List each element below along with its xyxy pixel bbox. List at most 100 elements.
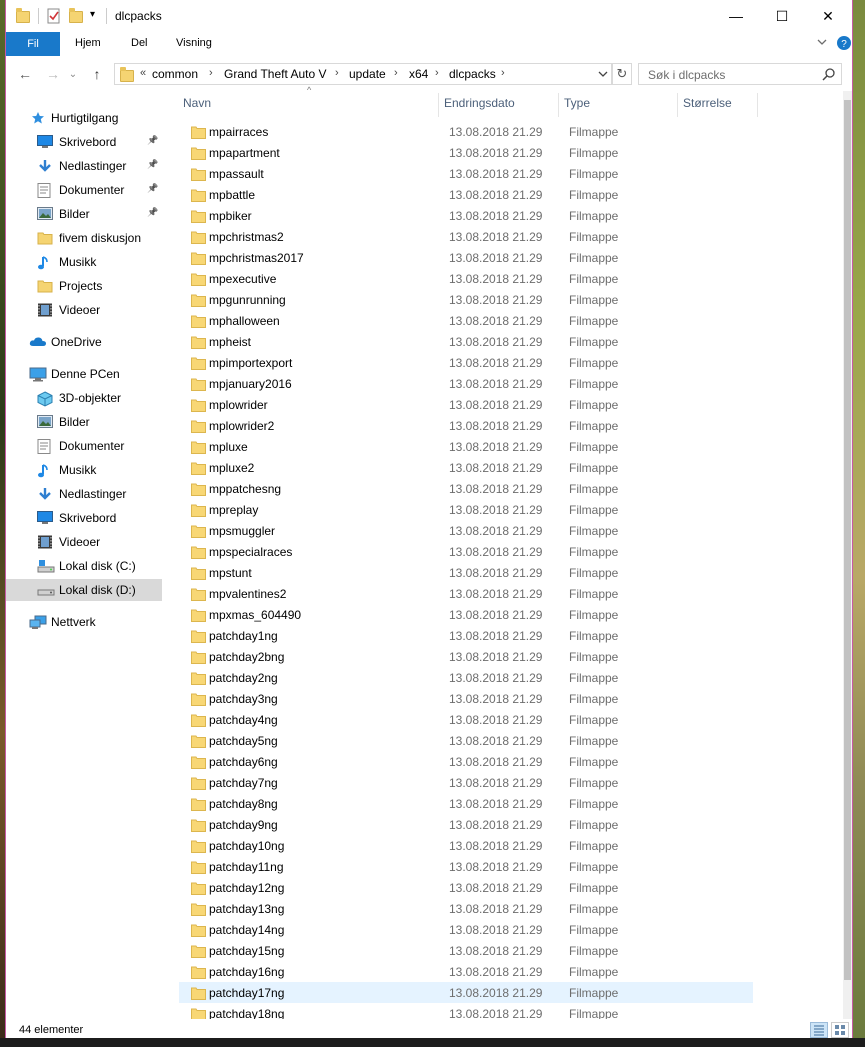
file-name[interactable]: mpreplay xyxy=(209,503,258,517)
sidebar-item-pc-lokal-disk-d[interactable]: Lokal disk (D:) xyxy=(6,579,162,601)
close-button[interactable]: ✕ xyxy=(805,0,851,32)
file-name[interactable]: mpassault xyxy=(209,167,264,181)
table-row[interactable]: patchday10ng 13.08.2018 21.29 Filmappe xyxy=(179,835,753,856)
sidebar-item-quick-nedlastinger[interactable]: Nedlastinger 📌 xyxy=(6,155,162,177)
table-row[interactable]: patchday6ng 13.08.2018 21.29 Filmappe xyxy=(179,751,753,772)
search-icon[interactable] xyxy=(822,67,836,84)
column-divider[interactable] xyxy=(757,93,758,117)
file-name[interactable]: mpapartment xyxy=(209,146,280,160)
column-header-size[interactable]: Størrelse xyxy=(683,96,732,110)
file-name[interactable]: mpimportexport xyxy=(209,356,292,370)
sidebar-item-pc-videoer[interactable]: Videoer xyxy=(6,531,162,553)
pin-icon[interactable]: 📌 xyxy=(147,207,158,218)
breadcrumb-update[interactable]: update xyxy=(349,67,386,81)
table-row[interactable]: mpluxe 13.08.2018 21.29 Filmappe xyxy=(179,436,753,457)
table-row[interactable]: mpexecutive 13.08.2018 21.29 Filmappe xyxy=(179,268,753,289)
sidebar-item-quick-musikk[interactable]: Musikk xyxy=(6,251,162,273)
file-name[interactable]: patchday9ng xyxy=(209,818,278,832)
table-row[interactable]: patchday15ng 13.08.2018 21.29 Filmappe xyxy=(179,940,753,961)
pin-icon[interactable]: 📌 xyxy=(147,183,158,194)
column-header-name[interactable]: Navn xyxy=(183,96,211,110)
column-header-type[interactable]: Type xyxy=(564,96,590,110)
sidebar-item-quick-access[interactable]: Hurtigtilgang xyxy=(6,107,162,129)
column-header-date[interactable]: Endringsdato xyxy=(444,96,515,110)
large-icons-view-button[interactable] xyxy=(831,1022,849,1038)
maximize-button[interactable]: ☐ xyxy=(759,0,805,32)
table-row[interactable]: patchday9ng 13.08.2018 21.29 Filmappe xyxy=(179,814,753,835)
file-name[interactable]: mpluxe xyxy=(209,440,248,454)
table-row[interactable]: patchday2bng 13.08.2018 21.29 Filmappe xyxy=(179,646,753,667)
table-row[interactable]: mpsmuggler 13.08.2018 21.29 Filmappe xyxy=(179,520,753,541)
table-row[interactable]: patchday13ng 13.08.2018 21.29 Filmappe xyxy=(179,898,753,919)
file-name[interactable]: patchday3ng xyxy=(209,692,278,706)
address-bar[interactable]: « common › Grand Theft Auto V › update ›… xyxy=(114,63,612,85)
details-view-button[interactable] xyxy=(810,1022,828,1038)
table-row[interactable]: mpstunt 13.08.2018 21.29 Filmappe xyxy=(179,562,753,583)
new-folder-icon[interactable] xyxy=(69,8,85,24)
file-name[interactable]: mpairraces xyxy=(209,125,268,139)
table-row[interactable]: mpluxe2 13.08.2018 21.29 Filmappe xyxy=(179,457,753,478)
file-name[interactable]: mphalloween xyxy=(209,314,280,328)
table-row[interactable]: patchday5ng 13.08.2018 21.29 Filmappe xyxy=(179,730,753,751)
column-divider[interactable] xyxy=(677,93,678,117)
sidebar-item-pc-dokumenter[interactable]: Dokumenter xyxy=(6,435,162,457)
pin-icon[interactable]: 📌 xyxy=(147,159,158,170)
file-name[interactable]: patchday7ng xyxy=(209,776,278,790)
table-row[interactable]: patchday11ng 13.08.2018 21.29 Filmappe xyxy=(179,856,753,877)
sidebar-item-quick-skrivebord[interactable]: Skrivebord 📌 xyxy=(6,131,162,153)
table-row[interactable]: mpairraces 13.08.2018 21.29 Filmappe xyxy=(179,121,753,142)
file-name[interactable]: patchday1ng xyxy=(209,629,278,643)
properties-icon[interactable] xyxy=(46,8,62,24)
table-row[interactable]: patchday1ng 13.08.2018 21.29 Filmappe xyxy=(179,625,753,646)
table-row[interactable]: patchday7ng 13.08.2018 21.29 Filmappe xyxy=(179,772,753,793)
table-row[interactable]: mplowrider2 13.08.2018 21.29 Filmappe xyxy=(179,415,753,436)
sidebar-item-quick-fivem-diskusjon[interactable]: fivem diskusjon xyxy=(6,227,162,249)
file-name[interactable]: mpheist xyxy=(209,335,251,349)
table-row[interactable]: mpspecialraces 13.08.2018 21.29 Filmappe xyxy=(179,541,753,562)
file-name[interactable]: patchday2ng xyxy=(209,671,278,685)
table-row[interactable]: patchday2ng 13.08.2018 21.29 Filmappe xyxy=(179,667,753,688)
file-name[interactable]: patchday16ng xyxy=(209,965,284,979)
sidebar-item-pc-skrivebord[interactable]: Skrivebord xyxy=(6,507,162,529)
search-input[interactable]: Søk i dlcpacks xyxy=(638,63,842,85)
sidebar-item-pc-lokal-disk-c[interactable]: Lokal disk (C:) xyxy=(6,555,162,577)
refresh-button[interactable]: ↻ xyxy=(612,63,632,85)
breadcrumb-gta-v[interactable]: Grand Theft Auto V xyxy=(224,67,327,81)
file-name[interactable]: mpchristmas2 xyxy=(209,230,284,244)
table-row[interactable]: mpjanuary2016 13.08.2018 21.29 Filmappe xyxy=(179,373,753,394)
table-row[interactable]: mphalloween 13.08.2018 21.29 Filmappe xyxy=(179,310,753,331)
sidebar-item-pc-musikk[interactable]: Musikk xyxy=(6,459,162,481)
file-name[interactable]: mpbattle xyxy=(209,188,255,202)
table-row[interactable]: patchday16ng 13.08.2018 21.29 Filmappe xyxy=(179,961,753,982)
file-name[interactable]: mpbiker xyxy=(209,209,252,223)
file-name[interactable]: mplowrider xyxy=(209,398,268,412)
table-row[interactable]: mpreplay 13.08.2018 21.29 Filmappe xyxy=(179,499,753,520)
file-name[interactable]: patchday2bng xyxy=(209,650,284,664)
table-row[interactable]: patchday4ng 13.08.2018 21.29 Filmappe xyxy=(179,709,753,730)
file-name[interactable]: patchday15ng xyxy=(209,944,284,958)
sidebar-item-quick-projects[interactable]: Projects xyxy=(6,275,162,297)
breadcrumb-overflow[interactable]: « xyxy=(140,67,146,79)
sidebar-item-quick-videoer[interactable]: Videoer xyxy=(6,299,162,321)
table-row[interactable]: mpchristmas2 13.08.2018 21.29 Filmappe xyxy=(179,226,753,247)
table-row[interactable]: patchday3ng 13.08.2018 21.29 Filmappe xyxy=(179,688,753,709)
breadcrumb-common[interactable]: common xyxy=(152,67,198,81)
table-row[interactable]: patchday17ng 13.08.2018 21.29 Filmappe xyxy=(179,982,753,1003)
customize-quick-access-icon[interactable]: ▾ xyxy=(90,9,106,25)
breadcrumb-x64[interactable]: x64 xyxy=(409,67,428,81)
sidebar-item-this-pc[interactable]: Denne PCen xyxy=(6,363,162,385)
recent-locations-button[interactable]: ⌄ xyxy=(62,64,84,84)
table-row[interactable]: mpchristmas2017 13.08.2018 21.29 Filmappe xyxy=(179,247,753,268)
table-row[interactable]: patchday12ng 13.08.2018 21.29 Filmappe xyxy=(179,877,753,898)
file-name[interactable]: patchday12ng xyxy=(209,881,284,895)
file-name[interactable]: mpxmas_604490 xyxy=(209,608,301,622)
tab-file[interactable]: Fil xyxy=(6,32,60,56)
file-name[interactable]: mpstunt xyxy=(209,566,252,580)
table-row[interactable]: mpbiker 13.08.2018 21.29 Filmappe xyxy=(179,205,753,226)
table-row[interactable]: mpassault 13.08.2018 21.29 Filmappe xyxy=(179,163,753,184)
file-name[interactable]: patchday6ng xyxy=(209,755,278,769)
file-name[interactable]: patchday17ng xyxy=(209,986,284,1000)
tab-share[interactable]: Del xyxy=(131,37,148,49)
chevron-down-icon[interactable] xyxy=(816,36,828,51)
file-name[interactable]: mplowrider2 xyxy=(209,419,274,433)
